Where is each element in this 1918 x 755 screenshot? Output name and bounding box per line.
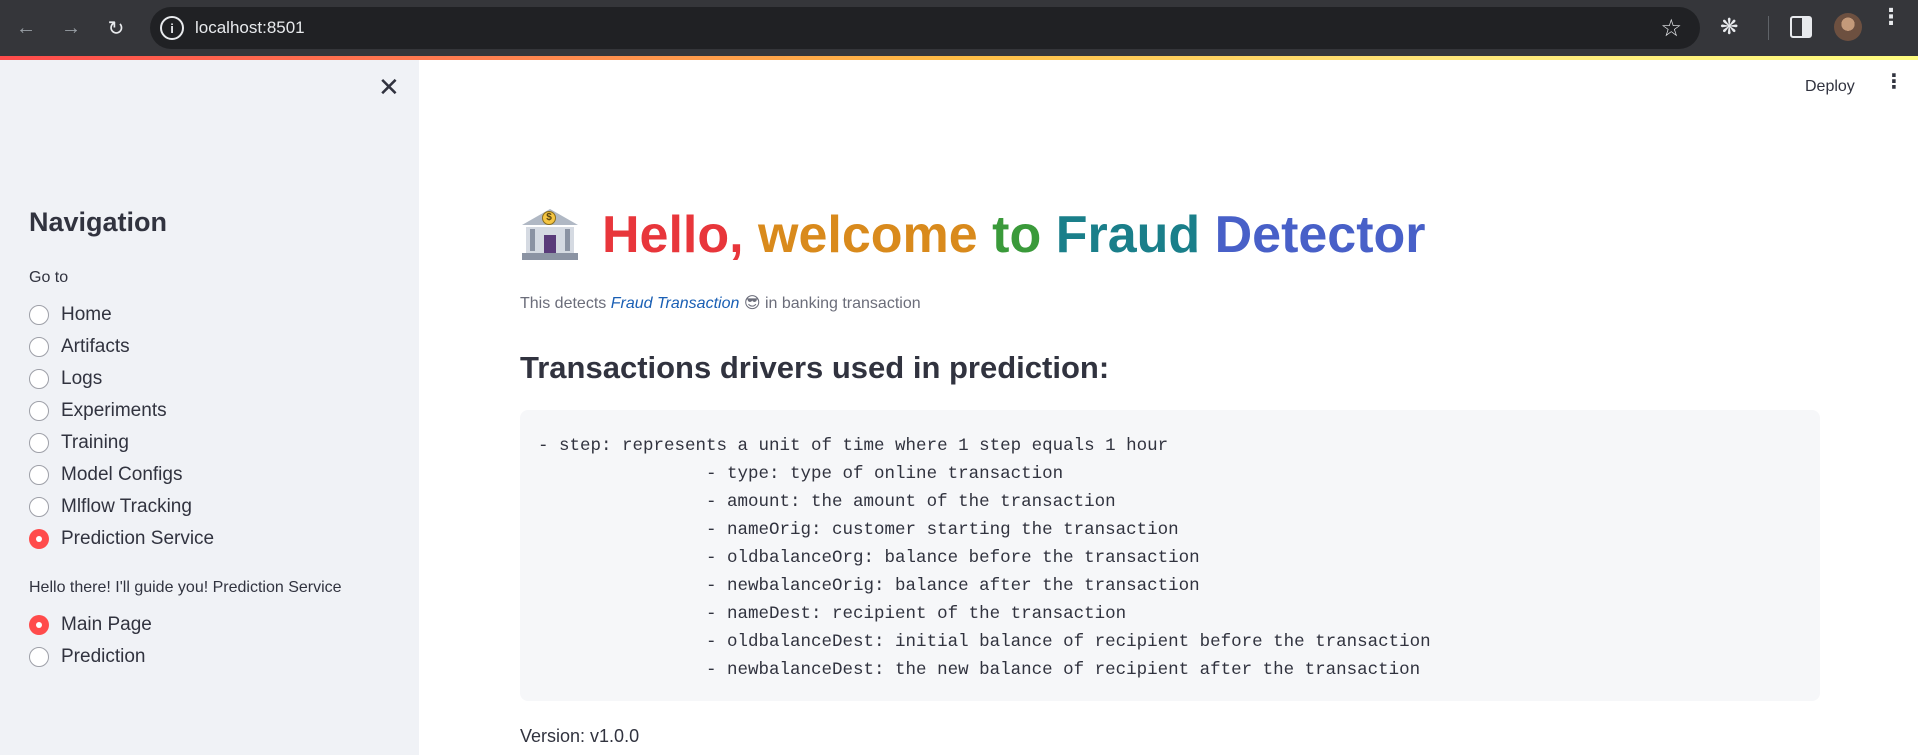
code-line: - oldbalanceDest: initial balance of rec… (706, 632, 1431, 652)
close-sidebar-icon[interactable]: ✕ (378, 72, 400, 103)
caption-prefix: This detects (520, 295, 607, 312)
code-line: - step: represents a unit of time where … (538, 436, 1169, 456)
bookmark-star-icon[interactable]: ☆ (1660, 14, 1682, 43)
address-bar[interactable]: i localhost:8501 ☆ (150, 7, 1700, 49)
nav-radio-home[interactable]: Home (29, 302, 112, 328)
bank-icon: $ (520, 207, 580, 263)
nav-radio-mlflow-tracking[interactable]: Mlflow Tracking (29, 494, 192, 520)
code-line: - nameDest: recipient of the transaction (706, 604, 1127, 624)
radio-selected-icon[interactable] (29, 615, 49, 635)
section-heading: Transactions drivers used in prediction: (520, 350, 1110, 385)
profile-avatar[interactable] (1834, 13, 1862, 41)
radio-icon[interactable] (29, 305, 49, 325)
sub-radio-prediction[interactable]: Prediction (29, 644, 146, 670)
radio-selected-icon[interactable] (29, 529, 49, 549)
nav-radio-label: Mlflow Tracking (61, 496, 192, 517)
nav-radio-label: Model Configs (61, 464, 183, 485)
nav-radio-training[interactable]: Training (29, 430, 129, 456)
caption-emphasis: Fraud Transaction (610, 295, 740, 312)
radio-icon[interactable] (29, 497, 49, 517)
sub-radio-label: Prediction (61, 646, 146, 667)
code-text: - step: represents a unit of time where … (538, 432, 1802, 684)
radio-icon[interactable] (29, 369, 49, 389)
code-line: - type: type of online transaction (706, 464, 1064, 484)
back-arrow-icon[interactable]: ← (10, 12, 42, 44)
url-text[interactable]: localhost:8501 (195, 18, 305, 38)
title-word: Detector (1214, 206, 1426, 264)
version-label: Version: v1.0.0 (520, 726, 640, 746)
caption-suffix: in banking transaction (764, 295, 921, 312)
sunglasses-emoji-icon: 😎 (743, 295, 761, 312)
reload-icon[interactable]: ↻ (100, 12, 132, 44)
sidebar: ✕ Navigation Go to Home Artifacts Logs E… (0, 60, 419, 755)
guide-label: Hello there! I'll guide you! Prediction … (29, 579, 342, 596)
radio-icon[interactable] (29, 433, 49, 453)
nav-radio-label: Experiments (61, 400, 167, 421)
deploy-button[interactable]: Deploy (1805, 78, 1855, 96)
nav-radio-label: Home (61, 304, 112, 325)
browser-menu-icon[interactable]: ⋮ (1880, 6, 1902, 28)
nav-radio-prediction-service[interactable]: Prediction Service (29, 526, 214, 552)
extensions-icon[interactable]: ❋ (1720, 14, 1746, 40)
nav-radio-label: Logs (61, 368, 103, 389)
nav-radio-artifacts[interactable]: Artifacts (29, 334, 130, 360)
nav-radio-label: Training (61, 432, 129, 453)
app-menu-icon[interactable]: ⋮ (1884, 72, 1904, 92)
sub-radio-label: Main Page (61, 614, 152, 635)
nav-radio-logs[interactable]: Logs (29, 366, 102, 392)
radio-icon[interactable] (29, 465, 49, 485)
page-caption: This detects Fraud Transaction 😎 in bank… (520, 293, 921, 313)
radio-icon[interactable] (29, 401, 49, 421)
toolbar-divider (1768, 16, 1769, 40)
nav-radio-model-configs[interactable]: Model Configs (29, 462, 182, 488)
code-line: - amount: the amount of the transaction (706, 492, 1116, 512)
sub-radio-main-page[interactable]: Main Page (29, 612, 152, 638)
side-panel-icon[interactable] (1790, 16, 1812, 38)
title-word: welcome (758, 206, 978, 264)
nav-radio-experiments[interactable]: Experiments (29, 398, 167, 424)
page-title: $ Hello, welcome to Fraud Detector (520, 205, 1426, 265)
title-word: Fraud (1055, 206, 1201, 264)
forward-arrow-icon[interactable]: → (55, 12, 87, 44)
sidebar-heading: Navigation (29, 207, 168, 237)
code-block: - step: represents a unit of time where … (520, 410, 1820, 701)
code-line: - oldbalanceOrg: balance before the tran… (706, 548, 1200, 568)
title-word: Hello, (602, 206, 744, 264)
browser-toolbar: ← → ↻ i localhost:8501 ☆ ❋ ⋮ (0, 0, 1918, 56)
code-line: - newbalanceDest: the new balance of rec… (538, 660, 1421, 680)
nav-group-label: Go to (29, 269, 69, 286)
site-info-icon[interactable]: i (160, 16, 184, 40)
nav-radio-label: Artifacts (61, 336, 130, 357)
title-word: to (992, 206, 1042, 264)
nav-radio-label: Prediction Service (61, 528, 215, 549)
code-line: - nameOrig: customer starting the transa… (706, 520, 1179, 540)
code-line: - newbalanceOrig: balance after the tran… (706, 576, 1200, 596)
radio-icon[interactable] (29, 647, 49, 667)
radio-icon[interactable] (29, 337, 49, 357)
